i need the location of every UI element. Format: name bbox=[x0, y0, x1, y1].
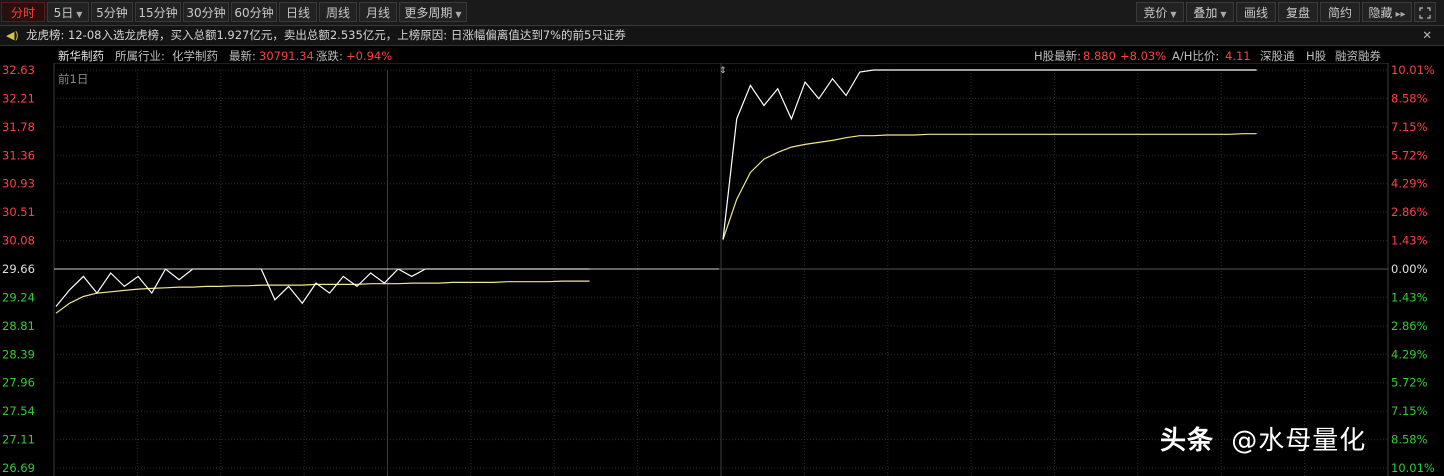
tool-label: 竞价 bbox=[1143, 6, 1168, 20]
tab-period-8[interactable]: 月线 bbox=[359, 2, 397, 22]
fullscreen-icon[interactable] bbox=[1414, 2, 1436, 22]
tab-label: 15分钟 bbox=[138, 6, 178, 20]
y-tick-label-left: 29.66 bbox=[2, 262, 35, 276]
y-tick-label-right: 7.15% bbox=[1391, 404, 1428, 418]
y-tick-label-left: 27.11 bbox=[2, 433, 35, 447]
tab-period-3[interactable]: 15分钟 bbox=[135, 2, 181, 22]
speaker-icon: ◀) bbox=[6, 29, 19, 42]
y-tick-label-right: 0.00% bbox=[1391, 262, 1428, 276]
y-tick-label-right: 4.29% bbox=[1391, 347, 1428, 361]
tool-button-3[interactable]: 复盘 bbox=[1278, 2, 1318, 22]
y-tick-label-right: 10.01% bbox=[1391, 63, 1435, 77]
tool-label: 简约 bbox=[1327, 6, 1352, 20]
hide-arrows-icon: ▸▸ bbox=[1395, 9, 1406, 20]
y-tick-label-left: 32.63 bbox=[2, 63, 35, 77]
y-tick-label-left: 28.81 bbox=[2, 319, 35, 333]
y-tick-label-right: 10.01% bbox=[1391, 461, 1435, 475]
y-tick-label-left: 27.54 bbox=[2, 404, 35, 418]
tab-label: 30分钟 bbox=[186, 6, 226, 20]
y-tick-label-left: 32.21 bbox=[2, 91, 35, 105]
tool-button-0[interactable]: 竞价 ▼ bbox=[1136, 2, 1184, 22]
tool-label: 画线 bbox=[1243, 6, 1268, 20]
tool-button-2[interactable]: 画线 bbox=[1236, 2, 1276, 22]
price-line-day-1 bbox=[55, 268, 590, 307]
tab-period-1[interactable]: 5日 ▼ bbox=[47, 2, 89, 22]
y-tick-label-right: 5.72% bbox=[1391, 148, 1428, 162]
y-tick-label-left: 29.24 bbox=[2, 290, 35, 304]
tab-period-6[interactable]: 日线 bbox=[279, 2, 317, 22]
y-tick-label-right: 5.72% bbox=[1391, 376, 1428, 390]
avg-price-line-day-2 bbox=[722, 133, 1257, 240]
tool-label: 隐藏 bbox=[1368, 6, 1393, 20]
tool-button-1[interactable]: 叠加 ▼ bbox=[1186, 2, 1234, 22]
y-tick-label-right: 8.58% bbox=[1391, 91, 1428, 105]
y-tick-label-left: 27.96 bbox=[2, 376, 35, 390]
y-tick-label-left: 31.36 bbox=[2, 148, 35, 162]
tab-intraday[interactable]: 分时 bbox=[1, 2, 45, 22]
y-tick-label-left: 30.93 bbox=[2, 177, 35, 191]
tool-button-5[interactable]: 隐藏 ▸▸ bbox=[1362, 2, 1412, 22]
dropdown-arrow-icon: ▼ bbox=[1220, 10, 1227, 19]
y-tick-label-right: 2.86% bbox=[1391, 319, 1428, 333]
y-tick-label-left: 30.51 bbox=[2, 205, 35, 219]
tab-label: 日线 bbox=[285, 6, 310, 20]
tab-label: 周线 bbox=[325, 6, 350, 20]
tab-period-4[interactable]: 30分钟 bbox=[183, 2, 229, 22]
tab-label: 60分钟 bbox=[234, 6, 274, 20]
dropdown-arrow-icon: ▼ bbox=[1170, 10, 1177, 19]
tab-period-2[interactable]: 5分钟 bbox=[91, 2, 133, 22]
y-tick-label-left: 28.39 bbox=[2, 347, 35, 361]
period-toolbar: 分时 5日 ▼ 5分钟 15分钟 30分钟 60分钟 日线 周线 月线 更多周期 ▼ 竞价 ▼ 叠加 ▼ 画线… bbox=[0, 0, 1444, 26]
dropdown-arrow-icon: ▼ bbox=[76, 10, 83, 19]
tab-label: 分时 bbox=[10, 6, 35, 20]
close-icon[interactable]: ✕ bbox=[1422, 26, 1432, 45]
y-tick-label-right: 2.86% bbox=[1391, 205, 1428, 219]
y-tick-label-right: 7.15% bbox=[1391, 120, 1428, 134]
tab-period-7[interactable]: 周线 bbox=[319, 2, 357, 22]
tab-period-5[interactable]: 60分钟 bbox=[231, 2, 277, 22]
tab-label: 月线 bbox=[365, 6, 390, 20]
y-tick-label-right: 4.29% bbox=[1391, 177, 1428, 191]
watermark-text: @水母量化 bbox=[1231, 426, 1367, 456]
dragon-tiger-infobar: ◀) 龙虎榜: 12-08入选龙虎榜，买入总额1.927亿元，卖出总额2.535… bbox=[0, 26, 1444, 46]
y-tick-label-right: 1.43% bbox=[1391, 290, 1428, 304]
tab-label: 更多周期 bbox=[404, 6, 453, 20]
watermark-prefix: 头条 bbox=[1160, 426, 1215, 456]
watermark: 头条 @水母量化 bbox=[1160, 420, 1366, 457]
tool-label: 复盘 bbox=[1285, 6, 1310, 20]
tool-label: 叠加 bbox=[1193, 6, 1218, 20]
limit-up-marker-icon: ⇕ bbox=[719, 66, 727, 76]
y-tick-label-right: 1.43% bbox=[1391, 234, 1428, 248]
tab-label: 5日 bbox=[53, 6, 74, 20]
tab-period-9[interactable]: 更多周期 ▼ bbox=[399, 2, 467, 22]
day-label: 前1日 bbox=[58, 72, 88, 86]
tool-button-4[interactable]: 简约 bbox=[1320, 2, 1360, 22]
tab-label: 5分钟 bbox=[96, 6, 128, 20]
y-tick-label-left: 30.08 bbox=[2, 234, 35, 248]
y-tick-label-right: 8.58% bbox=[1391, 433, 1428, 447]
avg-price-line-day-1 bbox=[55, 280, 590, 314]
infobar-text: 龙虎榜: 12-08入选龙虎榜，买入总额1.927亿元，卖出总额2.535亿元，… bbox=[26, 28, 626, 42]
intraday-chart[interactable]: 32.63 10.01% 32.21 8.58% 31.78 7.15% 31.36 5.72… bbox=[0, 63, 1444, 476]
dropdown-arrow-icon: ▼ bbox=[455, 10, 462, 19]
y-tick-label-left: 31.78 bbox=[2, 120, 35, 134]
y-tick-label-left: 26.69 bbox=[2, 461, 35, 475]
price-line-day-2 bbox=[722, 69, 1257, 240]
